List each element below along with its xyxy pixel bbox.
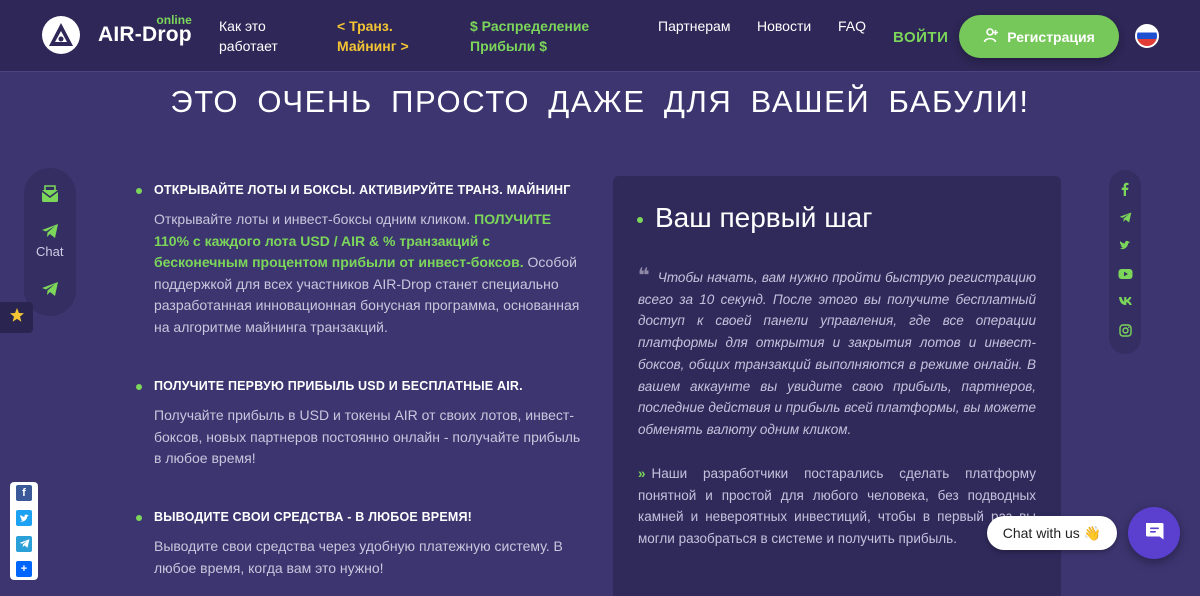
quote-mark-icon: ❝ bbox=[638, 265, 650, 287]
right-social-rail bbox=[1109, 170, 1141, 354]
feature-text: Открывайте лоты и инвест-боксы одним кли… bbox=[154, 211, 580, 335]
page-title: ЭТО ОЧЕНЬ ПРОСТО ДАЖЕ ДЛЯ ВАШЕЙ БАБУЛИ! bbox=[170, 84, 1030, 119]
language-flag-ru-icon[interactable] bbox=[1135, 24, 1159, 48]
register-button[interactable]: Регистрация bbox=[959, 15, 1119, 58]
star-icon bbox=[9, 307, 25, 328]
more-share-icon[interactable]: + bbox=[16, 560, 32, 577]
nav-news[interactable]: Новости bbox=[757, 16, 811, 36]
register-label: Регистрация bbox=[1007, 28, 1095, 45]
telegram-icon[interactable] bbox=[1109, 211, 1141, 224]
facebook-icon[interactable] bbox=[1109, 182, 1141, 196]
card-title: Ваш первый шаг bbox=[637, 202, 872, 234]
vk-icon[interactable] bbox=[1109, 296, 1141, 306]
instagram-icon[interactable] bbox=[1109, 324, 1141, 337]
nav-how-it-works[interactable]: Как это работает bbox=[219, 16, 278, 56]
bullet-dot bbox=[637, 216, 643, 223]
chat-bubble-icon bbox=[1143, 520, 1165, 547]
card-note: » Наши разработчики постарались сделать п… bbox=[638, 466, 1036, 547]
feature-text: Получайте прибыль в USD и токены AIR от … bbox=[154, 407, 581, 466]
feature-text: Выводите свои средства через удобную пла… bbox=[154, 538, 563, 576]
chat-with-us-label: Chat with us bbox=[1002, 525, 1080, 541]
double-chevron-icon: » bbox=[638, 466, 646, 481]
site-header: online AIR-Drop Как это работает < Транз… bbox=[0, 0, 1200, 72]
left-contact-rail bbox=[24, 168, 76, 316]
bullet-dot bbox=[136, 188, 142, 194]
chat-label[interactable]: Chat bbox=[36, 244, 136, 259]
share-bar: f + bbox=[10, 482, 38, 580]
telegram-share-icon[interactable] bbox=[16, 535, 32, 552]
feature-withdraw: ВЫВОДИТЕ СВОИ СРЕДСТВА - В ЛЮБОЕ ВРЕМЯ! … bbox=[136, 510, 586, 579]
feature-title: ОТКРЫВАЙТЕ ЛОТЫ И БОКСЫ. АКТИВИРУЙТЕ ТРА… bbox=[154, 183, 571, 197]
facebook-share-icon[interactable]: f bbox=[16, 485, 32, 501]
logo-online-label: online bbox=[156, 13, 192, 27]
mail-icon[interactable] bbox=[24, 184, 76, 204]
logo-mark-icon bbox=[42, 16, 80, 54]
feature-title: ПОЛУЧИТЕ ПЕРВУЮ ПРИБЫЛЬ USD И БЕСПЛАТНЫЕ… bbox=[154, 379, 523, 393]
wave-emoji-icon: 👋 bbox=[1083, 524, 1102, 541]
youtube-icon[interactable] bbox=[1109, 268, 1141, 280]
twitter-share-icon[interactable] bbox=[16, 510, 32, 527]
chat-open-button[interactable] bbox=[1128, 507, 1180, 559]
telegram-icon[interactable] bbox=[24, 280, 76, 298]
bullet-dot bbox=[136, 384, 142, 390]
nav-trans-mining[interactable]: < Транз. Майнинг > bbox=[337, 16, 409, 56]
telegram-chat-icon[interactable] bbox=[24, 222, 76, 240]
chat-with-us-bubble[interactable]: Chat with us 👋 bbox=[987, 516, 1117, 550]
feature-first-profit: ПОЛУЧИТЕ ПЕРВУЮ ПРИБЫЛЬ USD И БЕСПЛАТНЫЕ… bbox=[136, 379, 586, 470]
logo[interactable]: online AIR-Drop bbox=[42, 13, 192, 54]
favorite-tab[interactable] bbox=[0, 302, 33, 333]
nav-faq[interactable]: FAQ bbox=[838, 16, 866, 36]
nav-partners[interactable]: Партнерам bbox=[658, 16, 730, 36]
feature-title: ВЫВОДИТЕ СВОИ СРЕДСТВА - В ЛЮБОЕ ВРЕМЯ! bbox=[154, 510, 473, 524]
card-quote: ❝ Чтобы начать, вам нужно пройти быструю … bbox=[638, 265, 1036, 437]
user-plus-icon bbox=[983, 27, 999, 46]
feature-open-lots: ОТКРЫВАЙТЕ ЛОТЫ И БОКСЫ. АКТИВИРУЙТЕ ТРА… bbox=[136, 183, 586, 338]
nav-profit-distribution[interactable]: $ Распределение Прибыли $ bbox=[470, 16, 589, 56]
bullet-dot bbox=[136, 515, 142, 521]
login-link[interactable]: ВОЙТИ bbox=[893, 29, 948, 46]
twitter-icon[interactable] bbox=[1109, 239, 1141, 252]
